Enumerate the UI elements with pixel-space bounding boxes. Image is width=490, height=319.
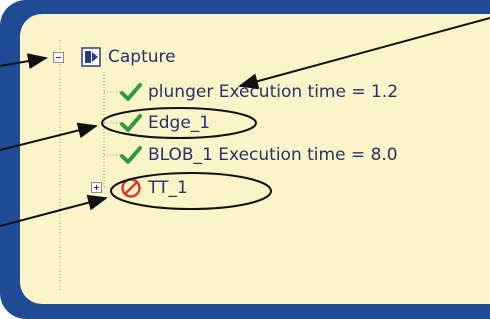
tree-node-label: Capture <box>108 47 176 67</box>
checkmark-icon <box>120 146 142 164</box>
expand-toggle[interactable] <box>91 182 102 193</box>
tree-node-label: TT_1 <box>148 178 188 198</box>
prohibited-icon <box>121 178 141 198</box>
checkmark-icon <box>120 83 142 101</box>
tree-node-edge[interactable]: Edge_1 <box>120 111 210 135</box>
checkmark-icon <box>120 114 142 132</box>
tree-node-label: BLOB_1 Execution time = 8.0 <box>148 145 398 165</box>
tree-node-blob[interactable]: BLOB_1 Execution time = 8.0 <box>120 143 398 167</box>
tree-node-label: Edge_1 <box>148 113 211 133</box>
capture-icon <box>81 47 101 67</box>
collapse-toggle[interactable] <box>53 52 64 63</box>
tree-node-capture[interactable]: Capture <box>80 45 176 69</box>
tree-node-tt[interactable]: TT_1 <box>120 176 188 200</box>
tree-node-label: plunger Execution time = 1.2 <box>148 82 399 102</box>
tree-node-plunger[interactable]: plunger Execution time = 1.2 <box>120 80 398 104</box>
